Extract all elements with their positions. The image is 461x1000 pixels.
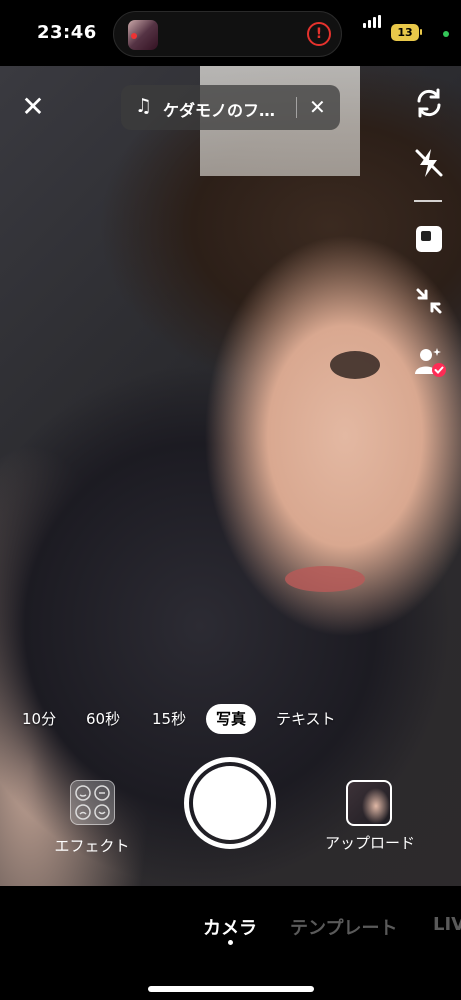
- effects-icon: [75, 785, 110, 820]
- bottom-tab-bar: カメラ テンプレート LIV: [0, 886, 461, 1000]
- dynamic-island[interactable]: !: [113, 11, 342, 57]
- mode-10min[interactable]: 10分: [22, 704, 56, 734]
- shutter-button[interactable]: [184, 757, 276, 849]
- add-sound-button[interactable]: ♫ ケダモノのフ… ✕: [121, 85, 340, 130]
- camera-in-use-indicator: [443, 31, 449, 37]
- active-tab-indicator: [228, 940, 233, 945]
- mode-photo[interactable]: 写真: [206, 704, 257, 734]
- timer-square-icon[interactable]: [410, 220, 448, 258]
- upload-label: アップロード: [324, 834, 415, 852]
- tab-templates[interactable]: テンプレート: [290, 914, 397, 940]
- tab-camera[interactable]: カメラ: [203, 914, 257, 940]
- flip-camera-icon[interactable]: [410, 84, 448, 122]
- live-activity-thumbnail: [128, 20, 158, 50]
- collapse-icon[interactable]: [410, 282, 448, 320]
- alert-icon: !: [307, 22, 331, 46]
- music-note-icon: ♫: [135, 95, 153, 117]
- home-indicator[interactable]: [148, 986, 314, 992]
- tab-live[interactable]: LIV: [433, 914, 461, 935]
- effects-button[interactable]: [70, 780, 115, 825]
- close-icon[interactable]: ✕: [18, 92, 48, 122]
- mode-text[interactable]: テキスト: [276, 704, 336, 734]
- clock: 23:46: [37, 22, 97, 43]
- status-bar: 23:46 ! 13: [0, 0, 461, 66]
- flash-off-icon[interactable]: [410, 144, 448, 182]
- upload-button[interactable]: [346, 780, 392, 826]
- mode-15s[interactable]: 15秒: [152, 704, 186, 734]
- beauty-effects-icon[interactable]: [410, 342, 448, 380]
- remove-sound-icon[interactable]: ✕: [309, 93, 326, 121]
- mode-60s[interactable]: 60秒: [86, 704, 120, 734]
- battery-icon: 13: [391, 24, 419, 41]
- effects-label: エフェクト: [54, 837, 130, 855]
- music-title: ケダモノのフ…: [163, 101, 276, 120]
